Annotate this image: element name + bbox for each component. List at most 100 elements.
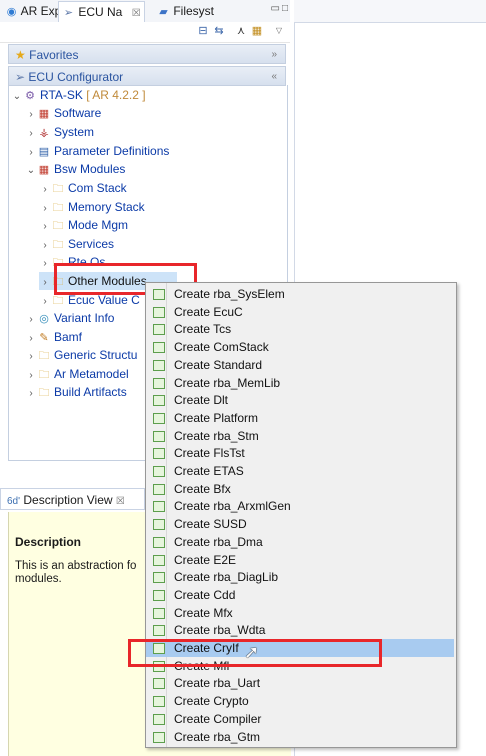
menu-item-label: Create rba_Gtm bbox=[174, 729, 261, 744]
menu-item[interactable]: Create rba_Dma bbox=[146, 533, 454, 551]
menu-item[interactable]: Create ETAS bbox=[146, 462, 454, 480]
menu-item[interactable]: Create rba_SysElem bbox=[146, 285, 454, 303]
menu-item-label: Create SUSD bbox=[174, 517, 247, 532]
menu-item[interactable]: Create Platform bbox=[146, 409, 454, 427]
tab-ecu-navigator[interactable]: ➢ ECU Na ☒ bbox=[58, 1, 145, 22]
link-with-editor-icon[interactable]: ⇆ bbox=[212, 24, 226, 38]
menu-item-label: Create Dlt bbox=[174, 393, 229, 408]
menu-item[interactable]: Create Dlt bbox=[146, 391, 454, 409]
tree-root[interactable]: ⌄ ⚙ RTA-SK [ AR 4.2.2 ] bbox=[11, 86, 146, 104]
chevron-right-icon[interactable]: › bbox=[25, 106, 37, 124]
tree-item-com-stack[interactable]: › 🗀 Com Stack bbox=[39, 179, 126, 199]
tree-item-label: Services bbox=[68, 237, 115, 251]
create-module-icon bbox=[153, 589, 165, 601]
tab-description-view[interactable]: 6d' Description View ☒ bbox=[0, 488, 145, 510]
tree-item-system[interactable]: › ⚶ System bbox=[25, 123, 94, 141]
tree-item-label: Mode Mgm bbox=[68, 218, 129, 232]
menu-item[interactable]: Create Standard bbox=[146, 356, 454, 374]
editor-tab-bar bbox=[294, 0, 486, 23]
create-module-icon bbox=[153, 554, 165, 566]
close-icon[interactable]: ☒ bbox=[132, 8, 141, 19]
menu-item[interactable]: Create FlsTst bbox=[146, 444, 454, 462]
tree-item-variant-info[interactable]: › ◎ Variant Info bbox=[25, 309, 114, 327]
menu-item[interactable]: Create rba_ArxmlGen bbox=[146, 497, 454, 515]
tree-item-services[interactable]: › 🗀 Services bbox=[39, 235, 114, 253]
tree-item-label: Bsw Modules bbox=[54, 162, 126, 176]
chevron-right-icon[interactable]: › bbox=[39, 218, 51, 236]
chevron-right-icon[interactable]: › bbox=[25, 385, 37, 403]
tree-item-label: Ecuc Value C bbox=[68, 293, 140, 307]
tree-root-version: [ AR 4.2.2 ] bbox=[82, 88, 146, 102]
filter-icon[interactable]: ⋏ bbox=[234, 24, 248, 38]
chevron-right-icon[interactable]: › bbox=[39, 181, 51, 199]
create-module-icon bbox=[153, 342, 165, 354]
tree-item-label: Generic Structu bbox=[54, 348, 138, 362]
project-icon: ⚙ bbox=[25, 90, 35, 102]
menu-item-label: Create rba_Wdta bbox=[174, 623, 266, 638]
bamf-icon: ✎ bbox=[39, 332, 49, 344]
chevron-down-icon[interactable]: » bbox=[271, 45, 277, 65]
tree-item-ar-metamodel[interactable]: › 🗀 Ar Metamodel bbox=[25, 365, 128, 383]
minimize-icon[interactable]: ▭ bbox=[271, 3, 282, 14]
create-module-icon bbox=[153, 501, 165, 513]
menu-item[interactable]: Create Bfx bbox=[146, 480, 454, 498]
menu-item[interactable]: Create Mfx bbox=[146, 604, 454, 622]
maximize-icon[interactable]: □ bbox=[282, 3, 290, 14]
menu-item[interactable]: Create ComStack bbox=[146, 338, 454, 356]
bsw-modules-icon: ▦ bbox=[38, 164, 50, 176]
menu-item-label: Create rba_SysElem bbox=[174, 287, 285, 301]
menu-item[interactable]: Create Tcs bbox=[146, 320, 454, 338]
create-module-icon bbox=[153, 607, 165, 619]
menu-item[interactable]: Create rba_DiagLib bbox=[146, 568, 454, 586]
chevron-right-icon[interactable]: › bbox=[39, 274, 51, 292]
menu-item[interactable]: Create rba_Stm bbox=[146, 427, 454, 445]
menu-item[interactable]: Create SUSD bbox=[146, 515, 454, 533]
grid-icon[interactable]: ▦ bbox=[250, 24, 264, 38]
tree-item-mode-mgm[interactable]: › 🗀 Mode Mgm bbox=[39, 216, 128, 234]
chevron-down-icon[interactable]: ⌄ bbox=[11, 88, 23, 106]
folder-icon: 🗀 bbox=[38, 369, 50, 381]
menu-item[interactable]: Create rba_Gtm bbox=[146, 728, 454, 746]
menu-item[interactable]: Create rba_Uart bbox=[146, 674, 454, 692]
tree-item-bamf[interactable]: › ✎ Bamf bbox=[25, 328, 82, 346]
ecu-configurator-icon: ➢ bbox=[15, 70, 26, 84]
favorites-label: Favorites bbox=[29, 48, 79, 62]
close-icon[interactable]: ☒ bbox=[116, 496, 125, 507]
chevron-down-icon[interactable]: ⌄ bbox=[25, 162, 37, 180]
chevron-right-icon[interactable]: › bbox=[25, 348, 37, 366]
menu-item[interactable]: Create Compiler bbox=[146, 710, 454, 728]
create-module-icon bbox=[153, 289, 165, 300]
tree-item-bsw-modules[interactable]: ⌄ ▦ Bsw Modules bbox=[25, 160, 126, 180]
menu-item[interactable]: Create E2E bbox=[146, 551, 454, 569]
menu-item-label: Create ETAS bbox=[174, 464, 244, 478]
tree-item-label: Memory Stack bbox=[68, 200, 145, 214]
tree-item-build-artifacts[interactable]: › 🗀 Build Artifacts bbox=[25, 383, 127, 403]
tree-item-software[interactable]: › ▦ Software bbox=[25, 104, 101, 122]
menu-item[interactable]: Create rba_MemLib bbox=[146, 374, 454, 392]
tree-item-label: System bbox=[54, 125, 95, 139]
tab-filesystem[interactable]: ▰ Filesyst bbox=[154, 1, 217, 21]
create-module-icon bbox=[153, 572, 165, 584]
folder-icon: 🗀 bbox=[52, 202, 64, 214]
chevron-right-icon[interactable]: › bbox=[25, 125, 37, 143]
chevron-up-icon[interactable]: « bbox=[271, 67, 277, 87]
menu-item[interactable]: Create Crypto bbox=[146, 692, 454, 710]
menu-item[interactable]: Create Cdd bbox=[146, 586, 454, 604]
tree-item-label: Build Artifacts bbox=[54, 385, 127, 399]
ecu-configurator-section[interactable]: ➢ ECU Configurator « bbox=[8, 66, 286, 86]
tree-item-label: Software bbox=[54, 106, 102, 120]
tree-item-memory-stack[interactable]: › 🗀 Memory Stack bbox=[39, 198, 145, 216]
collapse-all-icon[interactable]: ⊟ bbox=[196, 24, 210, 38]
favorites-section[interactable]: ★ Favorites » bbox=[8, 44, 286, 64]
chevron-right-icon[interactable]: › bbox=[25, 311, 37, 329]
menu-item[interactable]: Create rba_Wdta bbox=[146, 621, 454, 639]
description-title: Description bbox=[15, 535, 82, 549]
tab-label: Description View bbox=[23, 493, 113, 507]
chevron-right-icon[interactable]: › bbox=[39, 255, 51, 273]
description-text: This is an abstraction fo modules. bbox=[15, 560, 137, 585]
view-menu-icon[interactable]: ▽ bbox=[272, 24, 286, 38]
tree-item-parameter-definitions[interactable]: › ▤ Parameter Definitions bbox=[25, 142, 169, 160]
tree-item-generic-structure[interactable]: › 🗀 Generic Structu bbox=[25, 346, 137, 364]
create-module-icon bbox=[153, 519, 165, 531]
menu-item[interactable]: Create EcuC bbox=[146, 303, 454, 321]
